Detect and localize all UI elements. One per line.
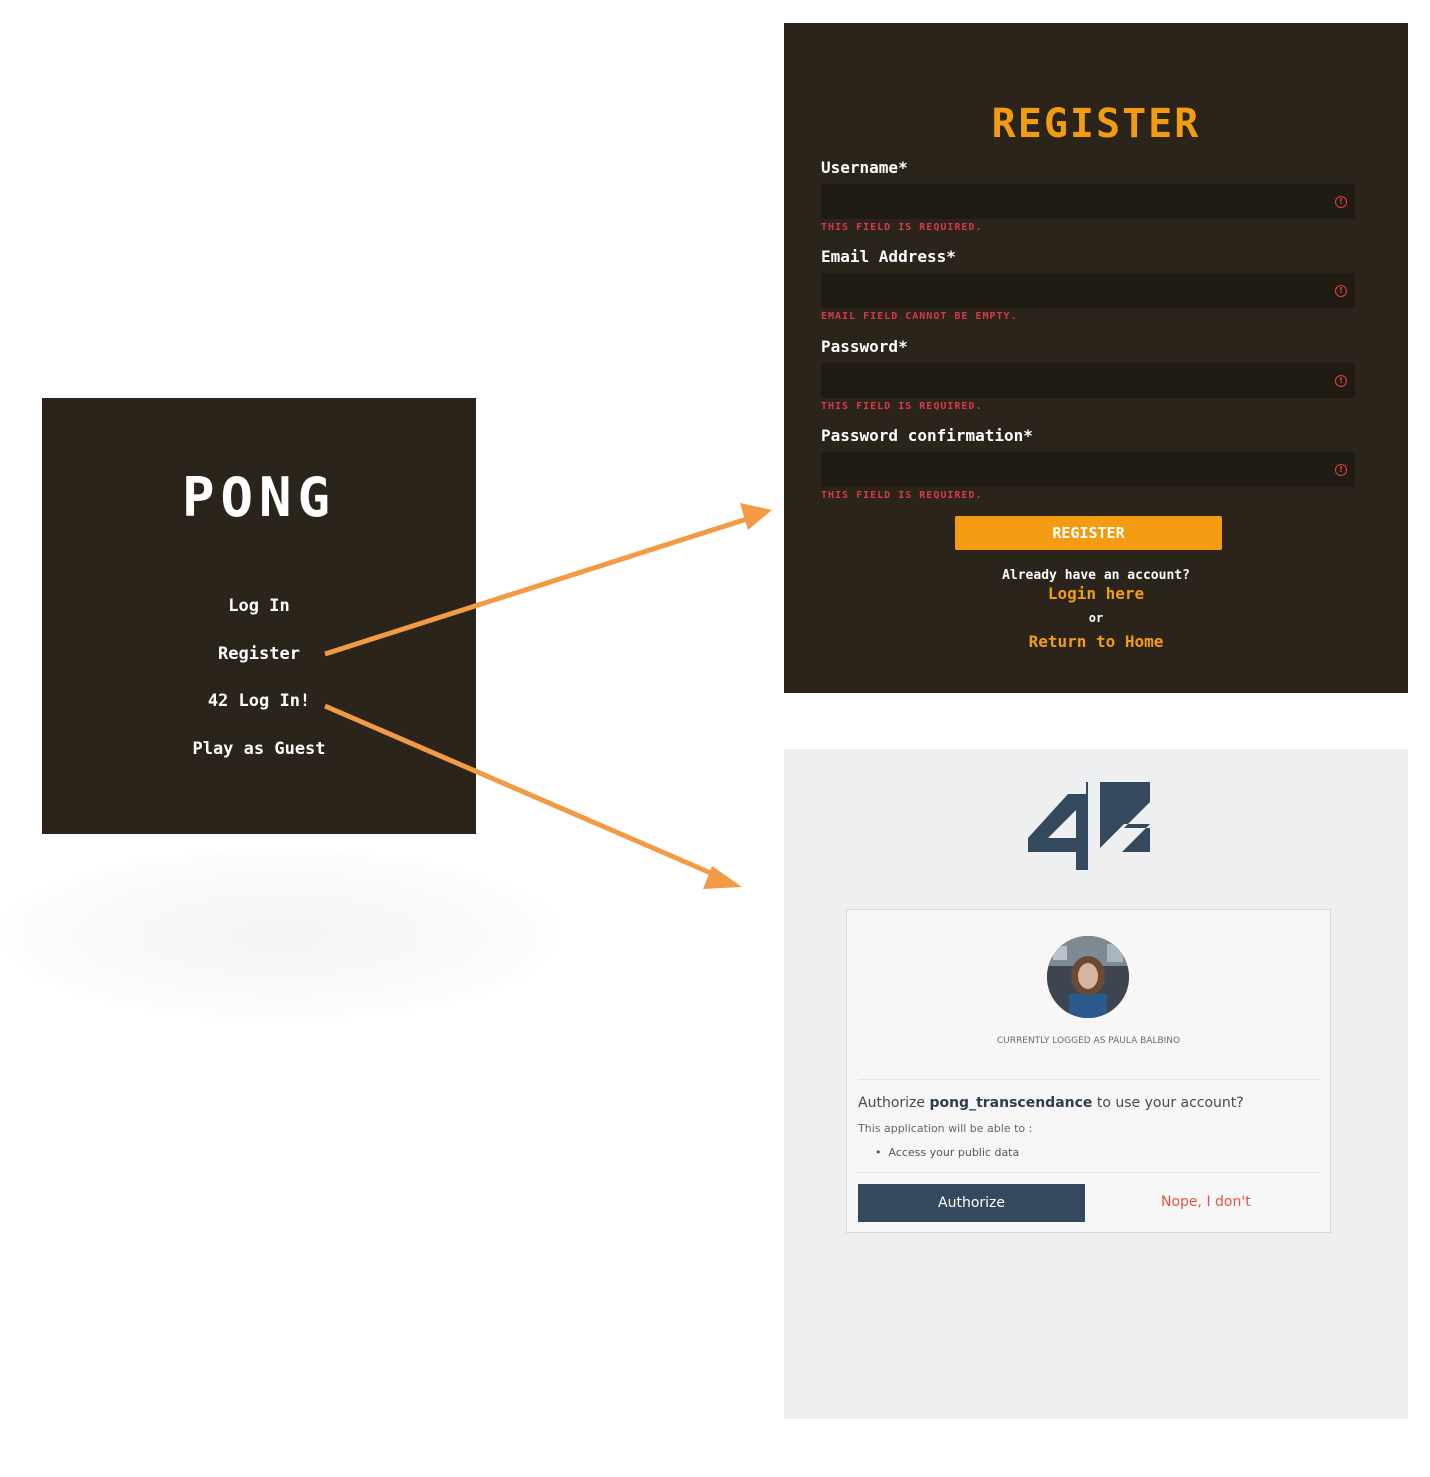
arrow-to-register <box>324 515 751 657</box>
arrow-to-42-auth <box>324 703 721 880</box>
flow-arrows <box>324 503 772 889</box>
arrowhead-icon <box>740 503 772 530</box>
